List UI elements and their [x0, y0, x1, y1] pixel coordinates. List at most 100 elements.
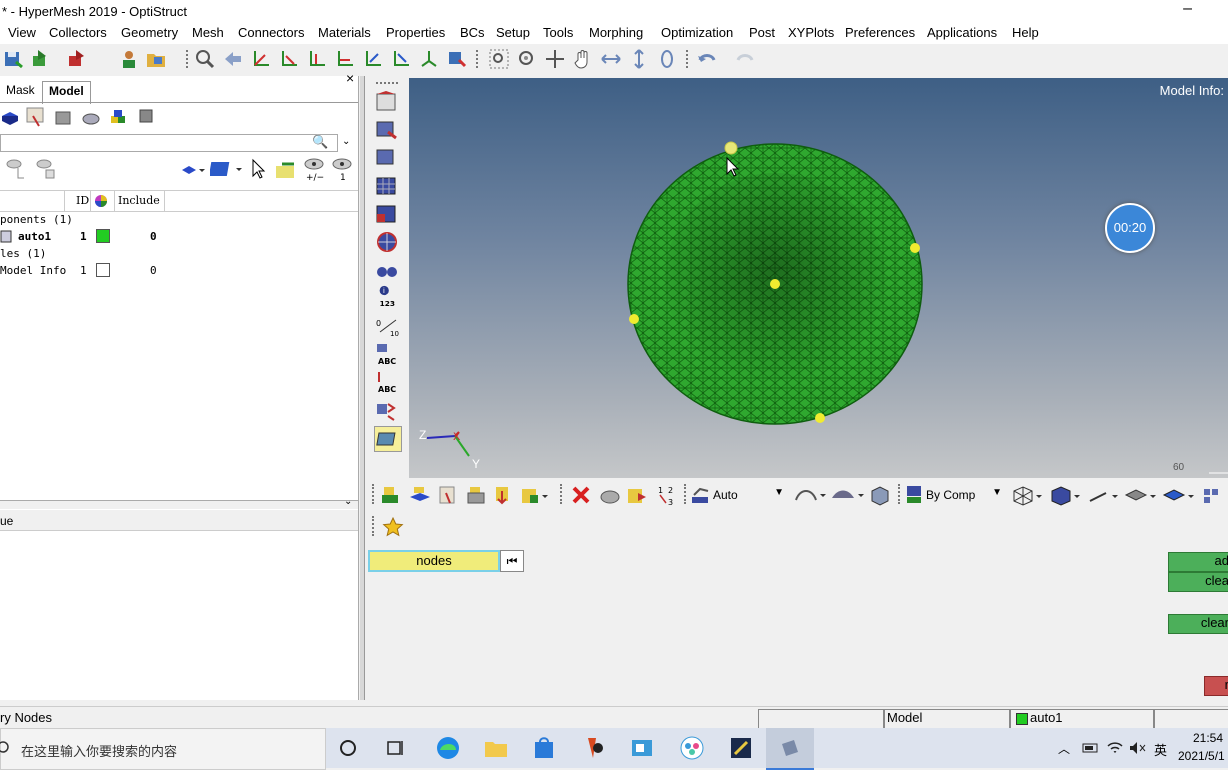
menu-collectors[interactable]: Collectors — [49, 25, 107, 40]
clear-all-button[interactable]: clear — [1168, 614, 1228, 634]
sphere-icon[interactable] — [374, 230, 400, 254]
menu-xyplots[interactable]: XYPlots — [788, 25, 834, 40]
menu-tools[interactable]: Tools — [543, 25, 573, 40]
spin-icon[interactable] — [656, 48, 678, 70]
app-red-icon[interactable] — [580, 734, 608, 762]
zoom-icon[interactable] — [194, 48, 216, 70]
search-icon[interactable]: 🔍 — [312, 134, 328, 150]
zoom-window-icon[interactable] — [488, 48, 510, 70]
node-marker[interactable] — [815, 413, 825, 423]
app-network-icon[interactable] — [678, 734, 706, 762]
components-icon[interactable] — [0, 108, 20, 128]
table-row[interactable]: auto1 1 0 — [0, 228, 358, 246]
menu-preferences[interactable]: Preferences — [845, 25, 915, 40]
menu-optimization[interactable]: Optimization — [661, 25, 733, 40]
file-explorer-icon[interactable] — [482, 734, 510, 762]
active-view-button[interactable] — [374, 426, 402, 452]
minimize-button[interactable]: – — [1183, 0, 1192, 18]
show-hide-toggle-icon[interactable]: +/− — [302, 156, 326, 182]
entity-selector-nodes[interactable]: nodes — [368, 550, 500, 572]
mask-solid-icon[interactable] — [598, 483, 622, 507]
transform-icon[interactable] — [374, 398, 400, 422]
menu-post[interactable]: Post — [749, 25, 775, 40]
view-bottom-icon[interactable] — [278, 48, 300, 70]
back-arrow-icon[interactable] — [222, 48, 244, 70]
status-component-cell[interactable]: auto1 — [1010, 709, 1154, 729]
mask-icon[interactable] — [374, 90, 400, 114]
organize-icon[interactable] — [626, 483, 650, 507]
view-front-icon[interactable] — [362, 48, 384, 70]
table-row[interactable]: Model Info 1 0 — [0, 262, 358, 280]
multi-view-icon[interactable] — [1202, 483, 1224, 507]
curve-display-icon[interactable] — [792, 484, 828, 506]
component-layers-icon[interactable] — [380, 483, 404, 507]
import-icon[interactable] — [30, 48, 52, 70]
store-icon[interactable] — [530, 734, 558, 762]
unmask-icon[interactable] — [374, 118, 400, 142]
view-back-icon[interactable] — [390, 48, 412, 70]
chevron-up-icon[interactable]: ︿ — [1058, 740, 1070, 757]
browser-search-input[interactable] — [0, 134, 338, 152]
return-button[interactable]: r — [1204, 676, 1228, 696]
zoom-fit-icon[interactable] — [516, 48, 538, 70]
show-one-icon[interactable]: 1 — [330, 156, 354, 182]
edge-browser-icon[interactable] — [434, 734, 462, 762]
pointer-icon[interactable] — [250, 158, 268, 180]
chevron-down-icon[interactable]: ⌄ — [344, 496, 352, 507]
menu-materials[interactable]: Materials — [318, 25, 371, 40]
clear-button[interactable]: clea — [1168, 572, 1228, 592]
view-save-icon[interactable] — [446, 48, 468, 70]
node-marker[interactable] — [770, 279, 780, 289]
menu-connectors[interactable]: Connectors — [238, 25, 304, 40]
folder-dropdown-icon[interactable] — [520, 483, 550, 507]
menu-setup[interactable]: Setup — [496, 25, 530, 40]
shaded-mesh-icon[interactable] — [1048, 483, 1084, 507]
info-icon[interactable]: i 123 — [374, 284, 400, 308]
battery-icon[interactable] — [1082, 740, 1100, 756]
node-marker[interactable] — [629, 314, 639, 324]
menu-properties[interactable]: Properties — [386, 25, 445, 40]
redo-icon[interactable] — [734, 48, 756, 70]
user-icon[interactable] — [118, 48, 140, 70]
label-red-abc-icon[interactable]: ABC — [374, 370, 400, 394]
blue-solid-icon[interactable] — [408, 483, 432, 507]
element-icon[interactable] — [374, 202, 400, 226]
shaded-element-icon[interactable] — [210, 158, 242, 180]
color-wheel-icon[interactable] — [94, 194, 108, 208]
panel-divider[interactable] — [360, 76, 365, 700]
stack-icon[interactable] — [136, 106, 158, 128]
surface-icon[interactable] — [80, 106, 102, 128]
menu-applications[interactable]: Applications — [927, 25, 997, 40]
modelinfo-color-swatch[interactable] — [96, 263, 110, 277]
menu-bcs[interactable]: BCs — [460, 25, 485, 40]
gray-solid-icon[interactable] — [464, 483, 488, 507]
measure-icon[interactable]: 0 10 — [374, 314, 400, 338]
app-blue-icon[interactable] — [628, 734, 656, 762]
include-column-header[interactable]: Include — [118, 194, 160, 207]
solid-display-icon[interactable] — [868, 483, 892, 507]
app-dark-icon[interactable] — [727, 734, 755, 762]
tab-model[interactable]: Model — [42, 81, 91, 104]
volume-muted-icon[interactable] — [1128, 740, 1146, 756]
menu-morphing[interactable]: Morphing — [589, 25, 643, 40]
mesh-display-icon[interactable] — [374, 174, 400, 198]
undo-icon[interactable] — [696, 48, 718, 70]
component-display-icon[interactable] — [180, 162, 206, 178]
solid-icon[interactable] — [52, 106, 74, 128]
component-color-swatch[interactable] — [96, 229, 110, 243]
component-table-icon[interactable] — [25, 106, 47, 128]
status-model-cell[interactable]: Model — [884, 709, 1010, 729]
down-arrow-icon[interactable] — [492, 483, 516, 507]
add-button[interactable]: ad — [1168, 552, 1228, 572]
eye-list-icon[interactable] — [34, 158, 58, 180]
menu-view[interactable]: View — [8, 25, 36, 40]
favorite-star-icon[interactable] — [382, 516, 404, 538]
task-view-icon[interactable] — [386, 738, 406, 758]
active-app-slot[interactable] — [766, 728, 814, 770]
rotate-vertical-icon[interactable] — [628, 48, 650, 70]
view-iso-icon[interactable] — [418, 48, 440, 70]
view-top-icon[interactable] — [250, 48, 272, 70]
id-column-header[interactable]: ID — [76, 194, 89, 207]
binoculars-icon[interactable] — [374, 258, 400, 282]
view-left-icon[interactable] — [306, 48, 328, 70]
